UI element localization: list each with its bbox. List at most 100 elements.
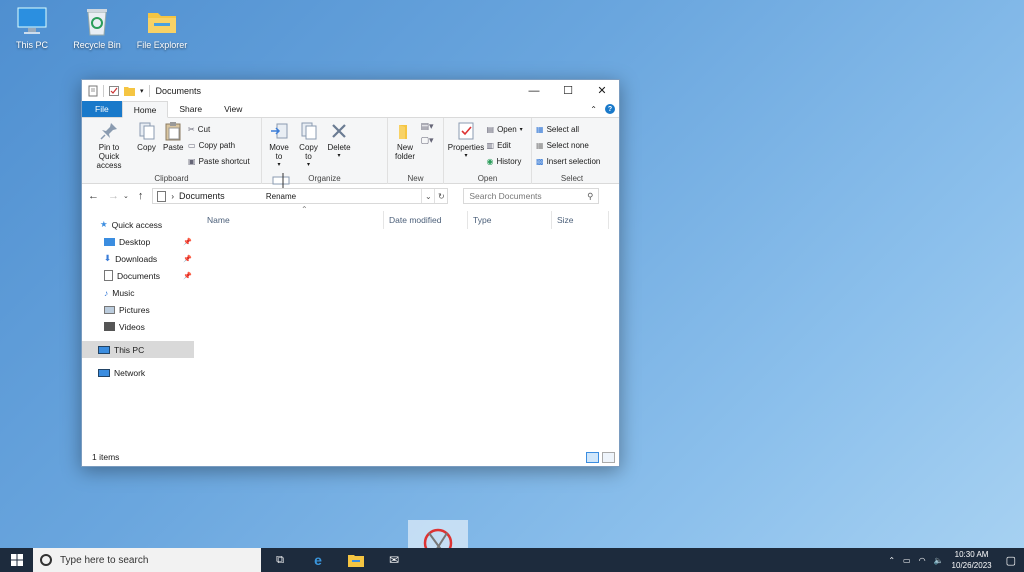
forward-arrow-icon[interactable]: →	[108, 190, 119, 202]
ribbon-group-open: Properties ▾ ▤ Open ▾ ▥ Edit ◉ History Open	[444, 118, 532, 184]
status-bar: 1 items	[82, 448, 619, 466]
chevron-down-icon[interactable]: ▾	[140, 87, 144, 95]
desktop-icon-recycle-bin[interactable]: Recycle Bin	[65, 4, 129, 50]
ribbon-group-select: ▦ Select all ▦ Select none ▩ Insert selecti…	[532, 118, 612, 184]
nav-desktop[interactable]: Desktop 📌	[82, 233, 194, 250]
column-date-modified[interactable]: Date modified	[384, 211, 468, 229]
large-icons-view-icon[interactable]	[602, 451, 615, 463]
move-to-button[interactable]: Move to ▾	[266, 121, 292, 170]
cut-button[interactable]: ✂ Cut	[188, 123, 250, 136]
delete-button[interactable]: Delete ▾	[325, 121, 353, 161]
video-icon	[104, 322, 115, 331]
close-button[interactable]: ✕	[585, 80, 619, 101]
properties-icon	[458, 122, 474, 140]
volume-icon[interactable]: 🔈	[934, 556, 944, 565]
battery-icon[interactable]: ▭	[903, 556, 911, 565]
column-type[interactable]: Type	[468, 211, 552, 229]
star-icon: ★	[100, 219, 108, 229]
mail-icon[interactable]: ✉	[375, 548, 413, 572]
select-none-button[interactable]: ▦ Select none	[536, 139, 600, 152]
column-headers: Name Date modified Type Size	[194, 210, 619, 230]
tab-share[interactable]: Share	[168, 101, 213, 117]
easy-access-icon[interactable]: ▢▾	[421, 135, 434, 146]
invert-selection-icon: ▩	[536, 157, 544, 166]
properties-check-icon[interactable]	[109, 85, 119, 96]
nav-music[interactable]: ♪ Music	[82, 284, 194, 301]
taskbar-search-input[interactable]: Type here to search	[33, 548, 261, 572]
history-button[interactable]: ◉ History	[487, 155, 523, 168]
cortana-circle-icon	[40, 554, 52, 566]
task-view-icon[interactable]: ⧉	[261, 548, 299, 572]
details-view-icon[interactable]	[586, 451, 599, 463]
tab-view[interactable]: View	[213, 101, 253, 117]
delete-x-icon	[332, 124, 346, 138]
new-folder-button[interactable]: New folder	[392, 121, 418, 161]
paste-shortcut-button[interactable]: ▣ Paste shortcut	[188, 155, 250, 168]
nav-this-pc[interactable]: This PC	[82, 341, 194, 358]
address-box[interactable]: › Documents ⌄ ↻	[152, 188, 449, 204]
refresh-icon[interactable]: ↻	[434, 189, 447, 203]
nav-documents[interactable]: Documents 📌	[82, 267, 194, 284]
help-icon[interactable]: ?	[605, 104, 615, 114]
up-arrow-icon[interactable]: ↑	[138, 190, 144, 202]
desktop-icon-this-pc[interactable]: This PC	[0, 4, 64, 50]
edit-icon: ▥	[486, 141, 495, 150]
pin-quick-access-button[interactable]: Pin to Quick access	[86, 121, 132, 170]
new-item-icon[interactable]: ▤▾	[421, 121, 434, 132]
start-button[interactable]	[0, 548, 33, 572]
select-all-button[interactable]: ▦ Select all	[536, 123, 600, 136]
edit-button[interactable]: ▥ Edit	[487, 139, 523, 152]
paste-button[interactable]: Paste	[161, 121, 185, 152]
copy-to-button[interactable]: Copy to ▾	[295, 121, 323, 170]
desktop-icon	[104, 237, 115, 246]
file-explorer-taskbar-icon[interactable]	[337, 548, 375, 572]
properties-button[interactable]: Properties ▾	[448, 121, 484, 161]
edge-browser-icon[interactable]: e	[299, 548, 337, 572]
pin-icon: 📌	[183, 272, 192, 280]
copy-button[interactable]: Copy	[135, 121, 159, 152]
show-hidden-icons-chevron-icon[interactable]: ⌃	[888, 556, 895, 565]
clock[interactable]: 10:30 AM 10/26/2023	[952, 549, 992, 571]
desktop-icon-label: Recycle Bin	[73, 40, 121, 50]
column-name[interactable]: Name	[194, 211, 384, 229]
invert-selection-button[interactable]: ▩ Insert selection	[536, 155, 600, 168]
nav-downloads[interactable]: ⬇ Downloads 📌	[82, 250, 194, 267]
file-explorer-window: ▾ Documents — ☐ ✕ File Home Share View ⌃…	[81, 79, 620, 467]
ribbon-group-clipboard: Pin to Quick access Copy Paste ✂ Cut ▭ Cop…	[82, 118, 262, 184]
notification-icon[interactable]: ▢	[1006, 554, 1016, 567]
document-icon	[157, 190, 167, 202]
pin-icon: 📌	[183, 238, 192, 246]
monitor-icon	[98, 345, 110, 354]
ribbon-tabs: File Home Share View ⌃ ?	[82, 101, 619, 118]
nav-quick-access[interactable]: ★ Quick access	[82, 216, 194, 233]
breadcrumb: Documents	[179, 191, 225, 201]
recent-chevron-icon[interactable]: ⌄	[123, 192, 129, 200]
search-input[interactable]: Search Documents ⚲	[463, 188, 600, 204]
nav-network[interactable]: Network	[82, 364, 194, 381]
tab-home[interactable]: Home	[121, 101, 169, 118]
address-dropdown-icon[interactable]: ⌄	[421, 189, 434, 203]
back-arrow-icon[interactable]: ←	[88, 190, 99, 202]
wifi-icon[interactable]: ◠	[919, 556, 926, 565]
sort-up-icon: ⌃	[301, 205, 308, 214]
move-to-icon	[271, 123, 288, 139]
nav-pictures[interactable]: Pictures	[82, 301, 194, 318]
nav-videos[interactable]: Videos	[82, 318, 194, 335]
document-icon	[104, 270, 113, 281]
music-note-icon: ♪	[104, 287, 109, 298]
tab-file[interactable]: File	[82, 101, 122, 117]
desktop-icon-file-explorer[interactable]: File Explorer	[130, 4, 194, 50]
breadcrumb-chevron-icon: ›	[171, 191, 175, 201]
address-bar-row: ← → ⌄ ↑ › Documents ⌄ ↻ Search Documents…	[82, 184, 619, 208]
maximize-button[interactable]: ☐	[551, 80, 585, 101]
window-title: Documents	[155, 85, 202, 96]
picture-icon	[104, 305, 115, 314]
minimize-button[interactable]: —	[517, 80, 551, 101]
new-folder-icon[interactable]	[124, 86, 135, 96]
group-label: Open	[477, 174, 498, 183]
column-size[interactable]: Size	[552, 211, 609, 229]
copy-path-button[interactable]: ▭ Copy path	[188, 139, 250, 152]
open-button[interactable]: ▤ Open ▾	[487, 123, 523, 136]
chevron-up-icon[interactable]: ⌃	[590, 105, 597, 114]
explorer-body: ★ Quick access Desktop 📌 ⬇ Downloads 📌 Doc…	[82, 205, 619, 459]
